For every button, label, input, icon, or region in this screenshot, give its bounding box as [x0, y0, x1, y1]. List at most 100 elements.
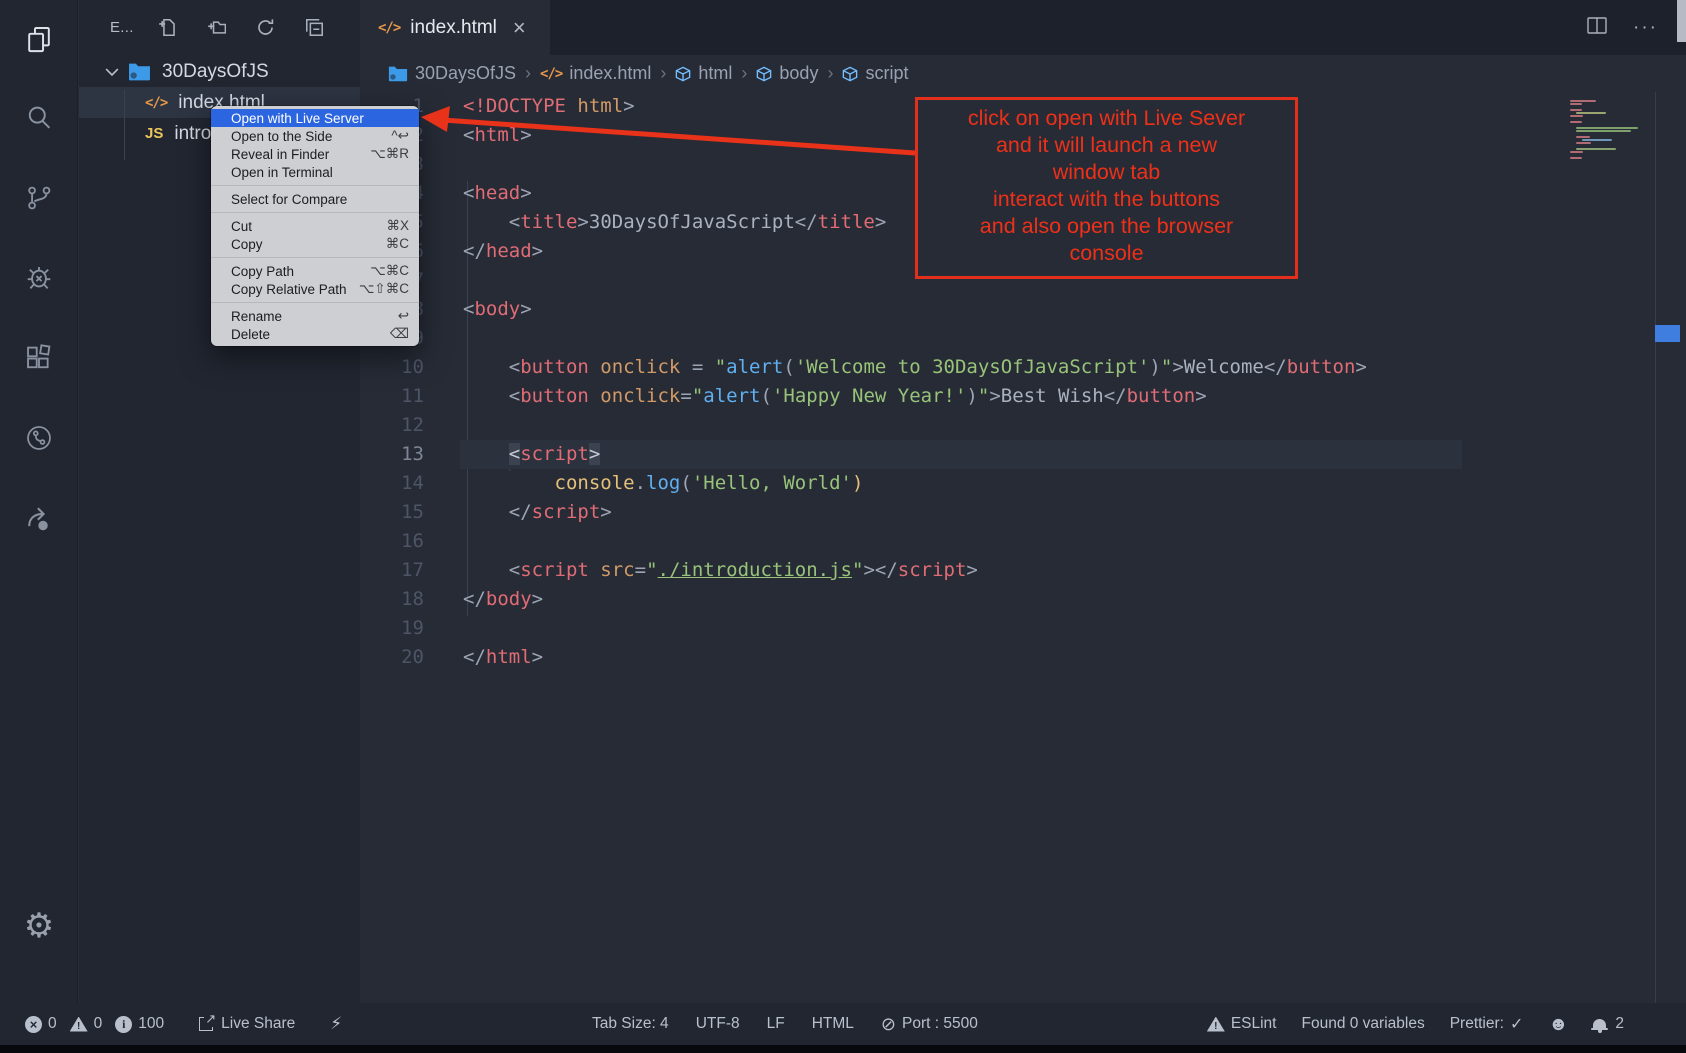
- status-item-label: Port : 5500: [902, 1015, 978, 1033]
- menu-item-label: Reveal in Finder: [231, 147, 329, 162]
- explorer-header: E...: [79, 0, 360, 55]
- menu-item-open-with-live-server[interactable]: Open with Live Server: [211, 109, 419, 127]
- status-item-live-share[interactable]: Live Share: [199, 1015, 295, 1033]
- menu-item-label: Select for Compare: [231, 192, 347, 207]
- tree-item-30daysofjs[interactable]: 30DaysOfJS: [79, 56, 360, 87]
- explorer-title: E...: [110, 19, 134, 36]
- annotation-box: click on open with Live Severand it will…: [915, 97, 1298, 279]
- menu-item-copy[interactable]: Copy⌘C: [211, 235, 419, 253]
- code-line-10: <button onclick = "alert('Welcome to 30D…: [360, 353, 1686, 382]
- menu-item-open-to-the-side[interactable]: Open to the Side ^↩: [211, 127, 419, 145]
- debug-icon[interactable]: [0, 238, 78, 318]
- menu-item-rename[interactable]: Rename↩: [211, 307, 419, 325]
- breadcrumb-label: script: [865, 63, 908, 84]
- breadcrumb: 30DaysOfJS›</>index.html›html›body›scrip…: [360, 55, 1686, 92]
- scrollbar-thumb[interactable]: [1677, 0, 1686, 42]
- menu-item-label: Cut: [231, 219, 252, 234]
- status-item-smiley[interactable]: [1548, 1015, 1568, 1034]
- breadcrumb-label: body: [779, 63, 818, 84]
- menu-item-copy-path[interactable]: Copy Path⌥⌘C: [211, 262, 419, 280]
- context-menu: Open with Live ServerOpen to the Side^↩R…: [211, 106, 419, 346]
- code-line-16: [360, 527, 1686, 556]
- menu-item-cut[interactable]: Cut⌘X: [211, 217, 419, 235]
- status-item-tab-size-4[interactable]: Tab Size: 4: [592, 1015, 669, 1033]
- tree-indent-guide: [124, 90, 125, 160]
- code-line-19: [360, 614, 1686, 643]
- warn-icon: [1207, 1017, 1225, 1032]
- tree-item-label: 30DaysOfJS: [162, 61, 269, 83]
- warn-icon: [70, 1017, 88, 1032]
- breadcrumb-item-30daysofjs[interactable]: 30DaysOfJS: [388, 63, 516, 84]
- status-item-label: ESLint: [1231, 1015, 1277, 1033]
- gitlens-icon[interactable]: [0, 398, 78, 478]
- breadcrumb-label: html: [698, 63, 732, 84]
- live-share-icon[interactable]: [0, 478, 78, 558]
- menu-separator: [211, 185, 419, 186]
- status-item-label: Found 0 variables: [1301, 1015, 1424, 1033]
- menu-item-select-for-compare[interactable]: Select for Compare: [211, 190, 419, 208]
- status-item-0[interactable]: 0: [70, 1015, 103, 1033]
- breadcrumb-item-body[interactable]: body: [756, 63, 818, 84]
- breadcrumb-item-script[interactable]: script: [842, 63, 908, 84]
- extensions-icon[interactable]: [0, 318, 78, 398]
- source-control-icon[interactable]: [0, 158, 78, 238]
- chevron-down-icon: [105, 67, 119, 77]
- status-item-0[interactable]: 0: [25, 1015, 57, 1033]
- check-icon: [1510, 1014, 1523, 1034]
- status-item-port-5500[interactable]: Port : 5500: [881, 1015, 978, 1033]
- menu-item-label: Copy Path: [231, 264, 294, 279]
- tab-bar: </> index.html × ···: [360, 0, 1686, 55]
- code-line-15: </script>: [360, 498, 1686, 527]
- breadcrumb-item-html[interactable]: html: [675, 63, 732, 84]
- status-item-label: 0: [94, 1015, 103, 1033]
- status-item-found-0-variables[interactable]: Found 0 variables: [1301, 1015, 1424, 1033]
- menu-separator: [211, 257, 419, 258]
- code-line-11: <button onclick="alert('Happy New Year!'…: [360, 382, 1686, 411]
- menu-item-delete[interactable]: Delete⌫: [211, 325, 419, 343]
- minimap[interactable]: [1570, 100, 1654, 160]
- status-item-label: 100: [138, 1015, 164, 1033]
- status-item-utf-8[interactable]: UTF-8: [696, 1015, 740, 1033]
- breadcrumb-separator: ›: [741, 63, 747, 84]
- menu-item-open-in-terminal[interactable]: Open in Terminal: [211, 163, 419, 181]
- new-file-icon[interactable]: [158, 18, 177, 37]
- split-editor-icon[interactable]: [1587, 17, 1607, 39]
- symbol-cube-icon: [842, 66, 858, 82]
- menu-item-reveal-in-finder[interactable]: Reveal in Finder⌥⌘R: [211, 145, 419, 163]
- menu-item-copy-relative-path[interactable]: Copy Relative Path⌥⇧⌘C: [211, 280, 419, 298]
- tab-close-icon[interactable]: ×: [513, 17, 526, 39]
- info-icon: [115, 1016, 132, 1033]
- status-item-prettier[interactable]: Prettier:: [1450, 1014, 1524, 1034]
- folder-icon: [388, 65, 408, 82]
- collapse-folders-icon[interactable]: [305, 18, 324, 37]
- status-item-2[interactable]: 2: [1593, 1015, 1624, 1033]
- status-item-label: Live Share: [221, 1015, 295, 1033]
- more-actions-icon[interactable]: ···: [1633, 17, 1658, 39]
- status-item-lf[interactable]: LF: [767, 1015, 785, 1033]
- status-item-100[interactable]: 100: [115, 1015, 164, 1033]
- menu-item-shortcut: ⌥⇧⌘C: [359, 281, 409, 297]
- status-item-bolt[interactable]: [330, 1014, 342, 1034]
- annotation-line: click on open with Live Sever: [918, 105, 1295, 132]
- overview-ruler-marker: [1655, 325, 1680, 342]
- code-line-12: [360, 411, 1686, 440]
- new-folder-icon[interactable]: [207, 18, 226, 37]
- bolt-icon: [330, 1014, 342, 1034]
- annotation-line: interact with the buttons: [918, 186, 1295, 213]
- vscode-window: ⚙ E... 30DaysOfJS</>index.htmlJSintroduc…: [0, 0, 1686, 1053]
- search-icon[interactable]: [0, 78, 78, 158]
- bell-icon: [1593, 1019, 1606, 1030]
- menu-item-shortcut: ^↩: [391, 128, 409, 144]
- html-file-icon: </>: [540, 66, 562, 82]
- menu-item-label: Open to the Side: [231, 129, 332, 144]
- breadcrumb-label: 30DaysOfJS: [415, 63, 516, 84]
- status-item-label: HTML: [812, 1015, 854, 1033]
- breadcrumb-item-index-html[interactable]: </>index.html: [540, 63, 651, 84]
- refresh-explorer-icon[interactable]: [256, 18, 275, 37]
- code-line-13: <script>: [360, 440, 1686, 469]
- tab-index-html[interactable]: </> index.html ×: [360, 0, 550, 55]
- status-item-html[interactable]: HTML: [812, 1015, 854, 1033]
- settings-gear-icon[interactable]: ⚙: [0, 887, 78, 965]
- status-item-eslint[interactable]: ESLint: [1207, 1015, 1277, 1033]
- files-icon[interactable]: [0, 0, 78, 78]
